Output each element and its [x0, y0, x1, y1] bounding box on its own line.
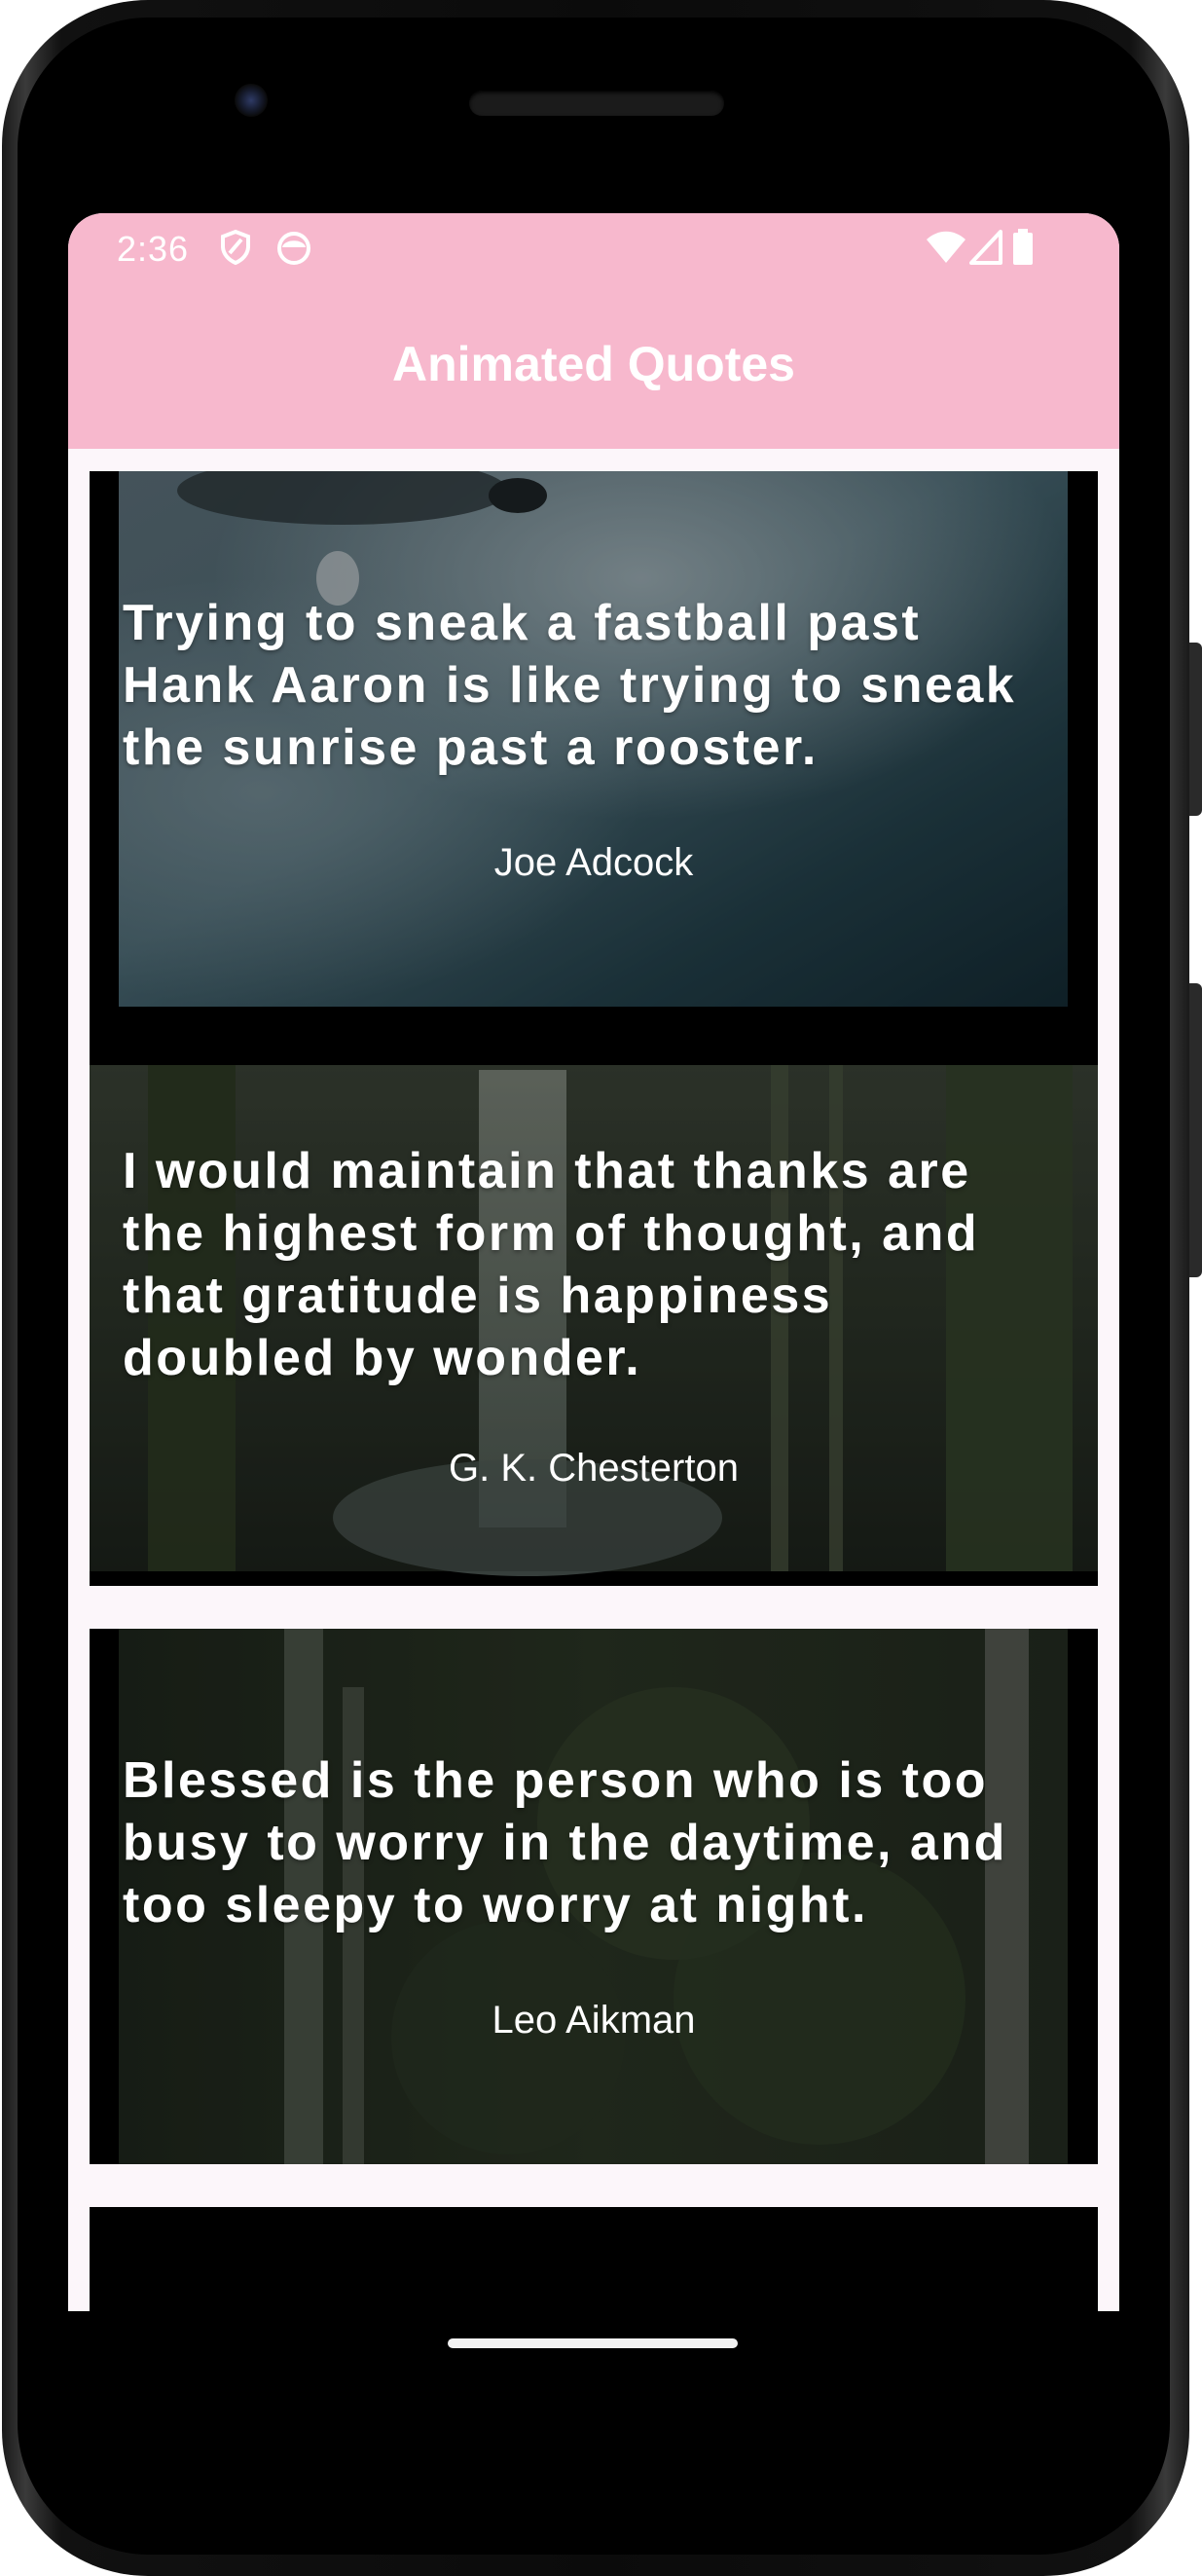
quote-author: Joe Adcock — [493, 841, 694, 884]
power-button — [1189, 643, 1202, 816]
volume-button — [1189, 983, 1202, 1277]
quote-card-1[interactable]: Trying to sneak a fastball past Hank Aar… — [90, 471, 1098, 1007]
quote-card-2[interactable]: I would maintain that thanks are the hig… — [90, 1050, 1098, 1586]
quote-card-4[interactable] — [90, 2207, 1098, 2311]
quote-text: Trying to sneak a fastball past Hank Aar… — [123, 595, 1017, 776]
quote-author: Leo Aikman — [492, 1999, 696, 2042]
earpiece-speaker — [469, 91, 724, 116]
home-gesture-bar[interactable] — [448, 2338, 738, 2348]
quote-text: I would maintain that thanks are the hig… — [123, 1143, 980, 1386]
quote-card-3[interactable]: Blessed is the person who is too busy to… — [90, 1629, 1098, 2164]
front-camera — [235, 84, 268, 117]
card-layer: Trying to sneak a fastball past Hank Aar… — [68, 213, 1119, 2311]
quote-text: Blessed is the person who is too busy to… — [123, 1752, 1007, 1933]
quote-author: G. K. Chesterton — [449, 1447, 739, 1490]
